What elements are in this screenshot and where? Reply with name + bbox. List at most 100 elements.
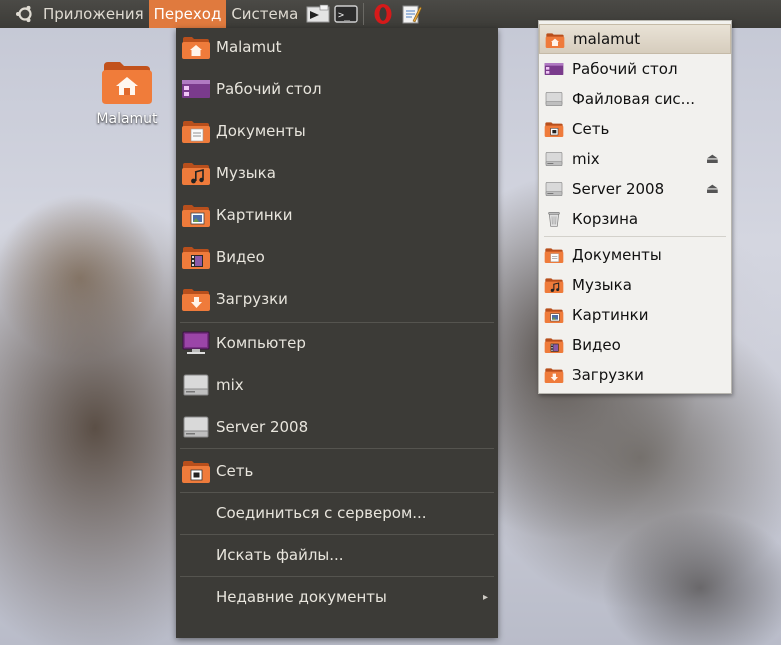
bookmark-item-label: Документы	[572, 246, 662, 264]
drive-icon	[181, 371, 211, 399]
trash-icon	[544, 210, 564, 228]
eject-icon[interactable]: ⏏	[706, 181, 719, 197]
documents-folder-icon	[181, 117, 211, 145]
documents-folder-icon	[544, 246, 564, 264]
eject-icon[interactable]: ⏏	[706, 151, 719, 167]
music-folder-icon	[181, 159, 211, 187]
video-folder-icon	[544, 336, 564, 354]
text-editor-launcher-icon[interactable]	[398, 3, 424, 25]
places-menu-item-malamut[interactable]: Malamut	[176, 28, 498, 66]
panel-separator	[363, 3, 365, 25]
menu-separator	[180, 576, 494, 577]
menu-separator	[180, 534, 494, 535]
bookmark-item-музыка[interactable]: Музыка	[539, 270, 731, 300]
bookmark-item-label: Корзина	[572, 210, 639, 228]
places-menu-item-музыка[interactable]: Музыка	[176, 154, 498, 192]
places-menu-item-label: Искать файлы...	[216, 546, 344, 564]
places-menu-item-label: Недавние документы	[216, 588, 387, 606]
bookmark-item-malamut[interactable]: malamut	[539, 24, 731, 54]
computer-icon	[181, 329, 211, 357]
bookmark-item-рабочий-стол[interactable]: Рабочий стол	[539, 54, 731, 84]
places-menu-item-label: Server 2008	[216, 418, 309, 436]
menu-separator	[544, 236, 726, 237]
menu-separator	[180, 448, 494, 449]
places-menu-item-загрузки[interactable]: Загрузки	[176, 280, 498, 318]
terminal-launcher-icon[interactable]: >_	[333, 3, 359, 25]
bookmark-item-label: mix	[572, 150, 600, 168]
bookmark-item-label: Сеть	[572, 120, 610, 138]
menu-separator	[180, 322, 494, 323]
opera-launcher-icon[interactable]	[370, 3, 396, 25]
places-menu-item-label: Видео	[216, 248, 265, 266]
video-folder-icon	[181, 243, 211, 271]
desktop-home-folder[interactable]: Malamut	[85, 58, 169, 127]
places-menu-item-label: Соединиться с сервером...	[216, 504, 427, 522]
places-menu-item-рабочий-стол[interactable]: Рабочий стол	[176, 70, 498, 108]
home-folder-icon	[545, 31, 565, 49]
bookmark-item-корзина[interactable]: Корзина	[539, 204, 731, 234]
drive-icon	[544, 150, 564, 168]
filesystem-icon	[544, 90, 564, 108]
places-menu-item-server-2008[interactable]: Server 2008	[176, 408, 498, 446]
bookmark-item-label: malamut	[573, 30, 641, 48]
home-folder-icon	[181, 33, 211, 61]
bookmark-item-label: Картинки	[572, 306, 649, 324]
places-menu-item-компьютер[interactable]: Компьютер	[176, 324, 498, 362]
home-folder-icon	[102, 62, 152, 104]
places-menu-item-label: Сеть	[216, 462, 254, 480]
desktop-icon	[544, 60, 564, 78]
places-menu-item-недавние-документы[interactable]: Недавние документы ▸	[176, 578, 498, 616]
places-menu-item-искать-файлы[interactable]: Искать файлы...	[176, 536, 498, 574]
drive-icon	[181, 413, 211, 441]
places-menu-item-соединиться-с-сервером[interactable]: Соединиться с сервером...	[176, 494, 498, 532]
menu-system[interactable]: Система	[226, 0, 303, 28]
music-folder-icon	[544, 276, 564, 294]
submenu-arrow-icon: ▸	[482, 591, 488, 603]
places-menu-item-label: mix	[216, 376, 244, 394]
bookmark-item-label: Видео	[572, 336, 621, 354]
bookmark-item-видео[interactable]: Видео	[539, 330, 731, 360]
pictures-folder-icon	[544, 306, 564, 324]
svg-text:>_: >_	[338, 10, 351, 21]
bookmark-item-документы[interactable]: Документы	[539, 240, 731, 270]
bookmark-item-label: Server 2008	[572, 180, 665, 198]
places-menu-item-mix[interactable]: mix	[176, 366, 498, 404]
bookmark-item-label: Файловая сис...	[572, 90, 695, 108]
desktop-icon	[181, 75, 211, 103]
network-folder-icon	[544, 120, 564, 138]
places-menu-item-label: Музыка	[216, 164, 276, 182]
screenshot-launcher-icon[interactable]	[305, 3, 331, 25]
places-menu-item-сеть[interactable]: Сеть	[176, 452, 498, 490]
places-menu: Malamut Рабочий стол Документы Музыка Картин…	[176, 28, 498, 638]
menu-places[interactable]: Переход	[148, 0, 227, 28]
bookmark-item-картинки[interactable]: Картинки	[539, 300, 731, 330]
bookmark-item-label: Рабочий стол	[572, 60, 678, 78]
places-menu-item-label: Рабочий стол	[216, 80, 322, 98]
desktop-home-label: Malamut	[96, 111, 158, 127]
menu-applications[interactable]: Приложения	[38, 0, 149, 28]
bookmarks-popup: malamut Рабочий стол Файловая сис... Сеть mi…	[538, 20, 732, 394]
places-menu-item-label: Malamut	[216, 38, 282, 56]
places-menu-item-label: Документы	[216, 122, 306, 140]
bookmark-item-mix[interactable]: mix ⏏	[539, 144, 731, 174]
downloads-folder-icon	[181, 285, 211, 313]
downloads-folder-icon	[544, 366, 564, 384]
menu-separator	[180, 492, 494, 493]
bookmark-item-файловая-сис[interactable]: Файловая сис...	[539, 84, 731, 114]
places-menu-item-видео[interactable]: Видео	[176, 238, 498, 276]
network-folder-icon	[181, 457, 211, 485]
places-menu-item-документы[interactable]: Документы	[176, 112, 498, 150]
bookmark-item-server-2008[interactable]: Server 2008 ⏏	[539, 174, 731, 204]
pictures-folder-icon	[181, 201, 211, 229]
ubuntu-logo-icon[interactable]	[12, 0, 38, 28]
drive-icon	[544, 180, 564, 198]
bookmark-item-сеть[interactable]: Сеть	[539, 114, 731, 144]
places-menu-item-label: Загрузки	[216, 290, 288, 308]
bookmark-item-label: Музыка	[572, 276, 632, 294]
bookmark-item-label: Загрузки	[572, 366, 644, 384]
screen: Приложения Переход Система >_ Malamut Ma…	[0, 0, 781, 645]
places-menu-item-label: Компьютер	[216, 334, 306, 352]
places-menu-item-картинки[interactable]: Картинки	[176, 196, 498, 234]
places-menu-item-label: Картинки	[216, 206, 293, 224]
bookmark-item-загрузки[interactable]: Загрузки	[539, 360, 731, 390]
